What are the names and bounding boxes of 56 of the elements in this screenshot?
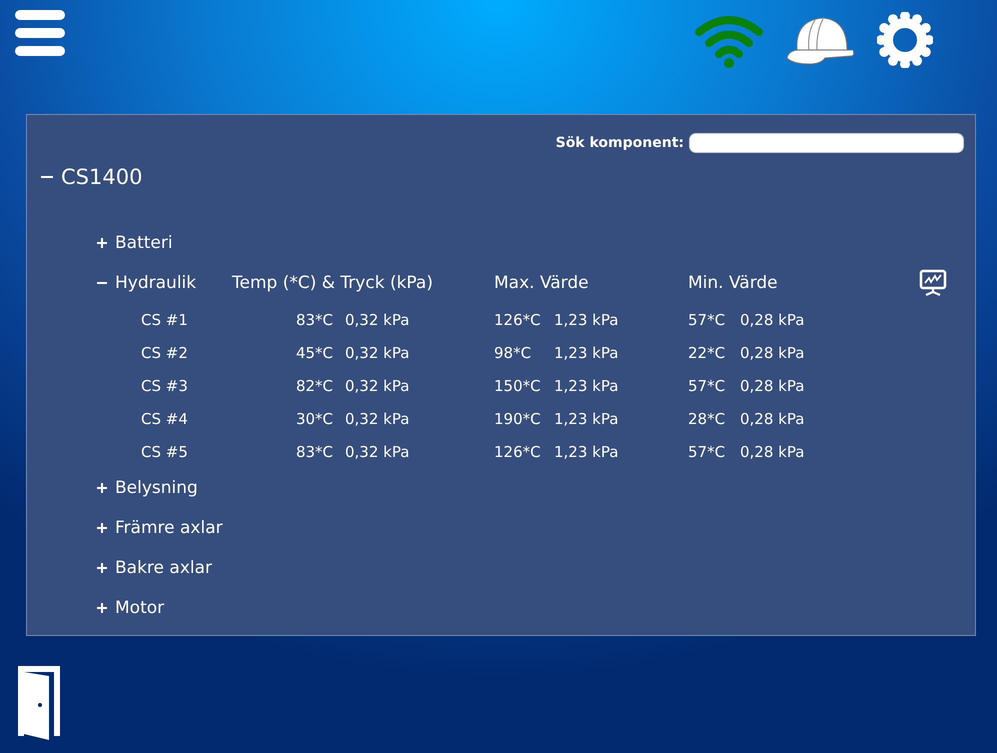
plus-icon[interactable]	[97, 238, 107, 248]
pressure-value: 0,32 kPa	[345, 344, 410, 362]
tree-item-label[interactable]: Bakre axlar	[115, 558, 212, 578]
max-pressure-value: 1,23 kPa	[554, 410, 620, 428]
tree-item-label[interactable]: Belysning	[115, 478, 198, 498]
min-pressure-value: 0,28 kPa	[740, 442, 806, 460]
temperature-value: 82*C	[294, 376, 333, 394]
sensor-name: CS #5	[140, 442, 189, 462]
min-pressure-value: 0,28 kPa	[740, 344, 806, 362]
presentation-chart-icon[interactable]	[918, 269, 948, 297]
min-pressure-value: 0,28 kPa	[740, 410, 806, 428]
plus-icon[interactable]	[97, 563, 107, 573]
min-temperature-value: 22*C	[688, 344, 726, 362]
max-temperature-value: 150*C	[494, 376, 542, 394]
sensor-name: CS #1	[140, 310, 189, 330]
temperature-value: 83*C	[294, 310, 333, 328]
plus-icon[interactable]	[97, 603, 107, 613]
max-temperature-value: 190*C	[494, 410, 542, 428]
min-temperature-value: 57*C	[688, 376, 726, 394]
min-temperature-value: 57*C	[688, 310, 726, 328]
column-header: Max. Värde	[494, 272, 590, 295]
menu-icon[interactable]	[14, 10, 66, 56]
max-pressure-value: 1,23 kPa	[554, 442, 620, 460]
temperature-value: 83*C	[294, 442, 333, 460]
max-temperature-value: 98*C	[494, 344, 532, 362]
sensor-name: CS #2	[140, 342, 189, 364]
sensor-name: CS #3	[140, 376, 189, 396]
tree-item-label[interactable]: Hydraulik	[115, 273, 196, 293]
max-temperature-value: 126*C	[494, 310, 542, 328]
tree-item-label[interactable]: Batteri	[115, 233, 173, 253]
sensor-name: CS #4	[140, 408, 189, 430]
search-field[interactable]	[689, 133, 964, 153]
pressure-value: 0,32 kPa	[345, 410, 410, 428]
settings-icon[interactable]	[877, 12, 933, 68]
pressure-value: 0,32 kPa	[345, 310, 410, 328]
tree-item-label[interactable]: Främre axlar	[115, 518, 223, 538]
column-header: Temp (*C) & Tryck (kPa)	[232, 272, 434, 295]
pressure-value: 0,32 kPa	[345, 376, 410, 394]
search-label: Sök komponent:	[556, 135, 684, 151]
column-header: Min. Värde	[688, 272, 779, 295]
tree-item-label[interactable]: Motor	[115, 598, 164, 618]
max-temperature-value: 126*C	[494, 442, 542, 460]
plus-icon[interactable]	[97, 523, 107, 533]
door-icon[interactable]	[16, 664, 62, 740]
tree-root-label[interactable]: CS1400	[61, 165, 142, 189]
temperature-value: 30*C	[294, 410, 333, 428]
max-pressure-value: 1,23 kPa	[554, 344, 620, 362]
plus-icon[interactable]	[97, 483, 107, 493]
temperature-value: 45*C	[294, 344, 333, 362]
max-pressure-value: 1,23 kPa	[554, 310, 620, 328]
min-pressure-value: 0,28 kPa	[740, 376, 806, 394]
pressure-value: 0,32 kPa	[345, 442, 410, 460]
min-temperature-value: 57*C	[688, 442, 726, 460]
max-pressure-value: 1,23 kPa	[554, 376, 620, 394]
min-pressure-value: 0,28 kPa	[740, 310, 806, 328]
min-temperature-value: 28*C	[688, 410, 726, 428]
